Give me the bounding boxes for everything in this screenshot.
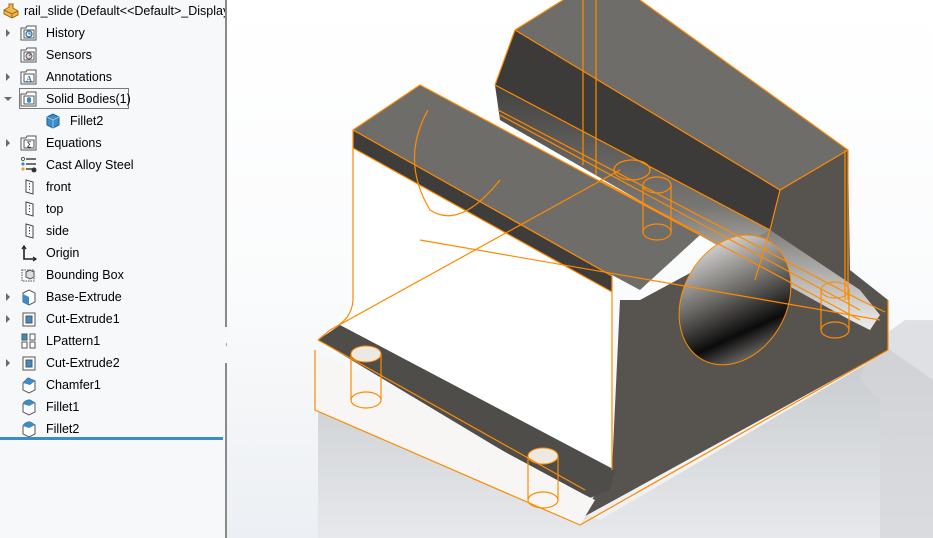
expand-arrow-icon[interactable] xyxy=(3,314,13,324)
tree-item-label: side xyxy=(46,224,69,238)
cut-extrude-icon xyxy=(20,354,38,372)
tree-item-label: top xyxy=(46,202,64,216)
feature-manager-tree: rail_slide (Default<<Default>_Display Hi… xyxy=(0,0,229,538)
plane-icon xyxy=(20,222,38,240)
tree-item-chamfer1[interactable]: Chamfer1 xyxy=(0,374,225,396)
tree-item-label: Cut-Extrude2 xyxy=(46,356,120,370)
cut-extrude-icon xyxy=(20,310,38,328)
mounting-hole-1 xyxy=(350,345,382,363)
tree-item-label: Bounding Box xyxy=(46,268,124,282)
origin-icon xyxy=(20,244,38,262)
plane-icon xyxy=(20,200,38,218)
expand-arrow-icon[interactable] xyxy=(3,28,13,38)
svg-text:Σ: Σ xyxy=(26,141,31,150)
chamfer-icon xyxy=(20,376,38,394)
fillet-icon xyxy=(20,420,38,438)
tree-item-base-extrude[interactable]: Base-Extrude xyxy=(0,286,225,308)
svg-text:A: A xyxy=(26,75,32,84)
tree-item-label: Base-Extrude xyxy=(46,290,122,304)
annotations-folder-icon: A xyxy=(20,68,38,86)
tree-item-top[interactable]: top xyxy=(0,198,225,220)
history-folder-icon xyxy=(20,24,38,42)
expand-arrow-icon[interactable] xyxy=(3,72,13,82)
tree-item-front[interactable]: front xyxy=(0,176,225,198)
expand-arrow-icon[interactable] xyxy=(3,138,13,148)
tree-item-label: Solid Bodies(1) xyxy=(46,92,131,106)
expand-arrow-icon[interactable] xyxy=(3,358,13,368)
collapse-arrow-icon[interactable] xyxy=(3,94,13,104)
mounting-hole-2 xyxy=(527,447,559,465)
tree-item-cut-extrude1[interactable]: Cut-Extrude1 xyxy=(0,308,225,330)
fillet-icon xyxy=(20,398,38,416)
sensors-folder-icon xyxy=(20,46,38,64)
tree-item-side[interactable]: side xyxy=(0,220,225,242)
tree-item-cut-extrude2[interactable]: Cut-Extrude2 xyxy=(0,352,225,374)
tree-root-part[interactable]: rail_slide (Default<<Default>_Display xyxy=(0,0,229,22)
tree-item-label: Fillet1 xyxy=(46,400,80,414)
rollback-bar[interactable] xyxy=(0,437,223,440)
model-render[interactable] xyxy=(227,0,933,538)
tree-item-origin[interactable]: Origin xyxy=(0,242,225,264)
tree-item-lpattern1[interactable]: LPattern1 xyxy=(0,330,225,352)
tree-item-label: LPattern1 xyxy=(46,334,101,348)
part-icon xyxy=(2,2,20,20)
tree-item-solid-bodies-1[interactable]: Solid Bodies(1) xyxy=(0,88,225,110)
tree-item-label: Cut-Extrude1 xyxy=(46,312,120,326)
tree-item-bounding-box[interactable]: Bounding Box xyxy=(0,264,225,286)
expand-arrow-icon[interactable] xyxy=(3,292,13,302)
tree-item-label: Fillet2 xyxy=(46,422,80,436)
tree-item-label: Cast Alloy Steel xyxy=(46,158,134,172)
tree-item-label: Origin xyxy=(46,246,80,260)
part-name: rail_slide xyxy=(24,4,74,18)
tree-item-fillet1[interactable]: Fillet1 xyxy=(0,396,225,418)
plane-icon xyxy=(20,178,38,196)
configuration-name: (Default<<Default>_Display xyxy=(76,4,230,18)
bounding-box-icon xyxy=(20,266,38,284)
tree-item-cast-alloy-steel[interactable]: Cast Alloy Steel xyxy=(0,154,225,176)
material-icon xyxy=(20,156,38,174)
solid-body-icon xyxy=(44,112,62,130)
tree-item-label: front xyxy=(46,180,72,194)
linear-pattern-icon xyxy=(20,332,38,350)
tree-item-history[interactable]: History xyxy=(0,22,225,44)
tree-item-annotations[interactable]: A Annotations xyxy=(0,66,225,88)
tree-item-label: Fillet2 xyxy=(70,114,104,128)
tree-item-label: Sensors xyxy=(46,48,92,62)
tree-item-label: History xyxy=(46,26,85,40)
graphics-viewport[interactable] xyxy=(227,0,933,538)
extrude-icon xyxy=(20,288,38,306)
tree-item-equations[interactable]: Σ Equations xyxy=(0,132,225,154)
tree-item-label: Equations xyxy=(46,136,102,150)
tree-item-fillet2[interactable]: Fillet2 xyxy=(0,110,225,132)
tree-item-label: Chamfer1 xyxy=(46,378,101,392)
tree-item-label: Annotations xyxy=(46,70,113,84)
tree-item-sensors[interactable]: Sensors xyxy=(0,44,225,66)
equations-folder-icon: Σ xyxy=(20,134,38,152)
solid-bodies-folder-icon xyxy=(20,90,38,108)
